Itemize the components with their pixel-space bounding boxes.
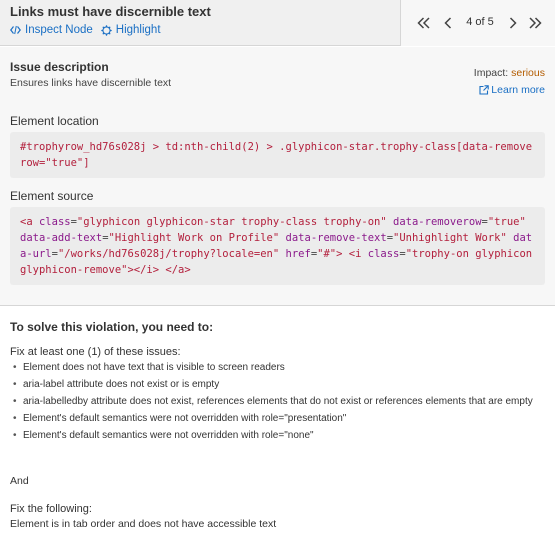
issue-description-heading: Issue description [10, 60, 109, 74]
fix-heading: To solve this violation, you need to: [10, 320, 214, 334]
icon-close-tag: ></i> [127, 264, 160, 276]
fix-all-item: Element is in tab order and does not hav… [10, 518, 277, 530]
double-chevron-left-icon [417, 17, 430, 29]
last-issue-button[interactable] [526, 14, 544, 32]
learn-more-label: Learn more [491, 84, 545, 96]
fix-and-separator: And [10, 475, 29, 487]
location-selector: #trophyrow_hd76s028j > td:nth-child(2) >… [20, 141, 533, 169]
class-attr: class [38, 216, 71, 228]
icon-class-attr: class [367, 248, 400, 260]
element-location-code[interactable]: #trophyrow_hd76s028j > td:nth-child(2) >… [10, 132, 545, 178]
double-chevron-right-icon [529, 17, 542, 29]
highlight-gear-icon [101, 24, 112, 36]
icon-open-tag: <i [348, 248, 362, 260]
removetext-value: "Unhighlight Work" [393, 232, 507, 244]
href-value: "#" [317, 248, 337, 260]
highlight-label: Highlight [115, 24, 161, 36]
fix-any-item: aria-labelledby attribute does not exist… [10, 394, 545, 410]
next-issue-button[interactable] [503, 14, 521, 32]
removerow-value: "true" [487, 216, 526, 228]
anchor-open-tag: <a [20, 216, 33, 228]
highlight-button[interactable]: Highlight [101, 24, 161, 36]
fix-any-item: Element does not have text that is visib… [10, 360, 545, 376]
learn-more-link[interactable]: Learn more [479, 84, 545, 96]
issue-details: Issue description Ensures links have dis… [0, 47, 555, 306]
inspect-node-label: Inspect Node [25, 24, 93, 36]
fix-any-item: Element's default semantics were not ove… [10, 428, 545, 444]
code-icon [10, 25, 21, 35]
issue-pager: 4 of 5 [400, 0, 555, 46]
issue-description-text: Ensures links have discernible text [10, 77, 172, 89]
rule-title: Links must have discernible text [10, 4, 211, 19]
fix-any-heading: Fix at least one (1) of these issues: [10, 346, 181, 358]
addtext-attr: data-add-text [20, 232, 103, 244]
fix-section: To solve this violation, you need to: Fi… [0, 307, 555, 538]
chevron-left-icon [443, 17, 451, 29]
impact-value: serious [511, 67, 545, 79]
impact-indicator: Impact: serious [474, 67, 545, 79]
class-value: "glyphicon glyphicon-star trophy-class t… [76, 216, 387, 228]
fix-any-item: aria-label attribute does not exist or i… [10, 377, 545, 393]
fix-any-list: Element does not have text that is visib… [10, 360, 545, 445]
addtext-value: "Highlight Work on Profile" [108, 232, 280, 244]
fix-any-item: Element's default semantics were not ove… [10, 411, 545, 427]
header-actions: Inspect Node Highlight [10, 24, 161, 36]
anchor-close-bracket: > [336, 248, 343, 260]
impact-label: Impact: [473, 67, 509, 79]
issue-header: Links must have discernible text Inspect… [0, 0, 555, 46]
dataurl-value: "/works/hd76s028j/trophy?locale=en" [57, 248, 280, 260]
removerow-attr: data-removerow [393, 216, 482, 228]
fix-all-heading: Fix the following: [10, 503, 92, 515]
element-source-code[interactable]: <a class="glyphicon glyphicon-star troph… [10, 207, 545, 285]
element-source-heading: Element source [10, 189, 94, 203]
issue-count: 4 of 5 [466, 16, 494, 28]
previous-issue-button[interactable] [439, 14, 457, 32]
first-issue-button[interactable] [415, 14, 433, 32]
inspect-node-button[interactable]: Inspect Node [10, 24, 93, 36]
element-location-heading: Element location [10, 114, 99, 128]
chevron-right-icon [509, 17, 517, 29]
anchor-close-tag: </a> [165, 264, 191, 276]
external-link-icon [479, 85, 490, 95]
removetext-attr: data-remove-text [285, 232, 387, 244]
href-attr: href [285, 248, 311, 260]
